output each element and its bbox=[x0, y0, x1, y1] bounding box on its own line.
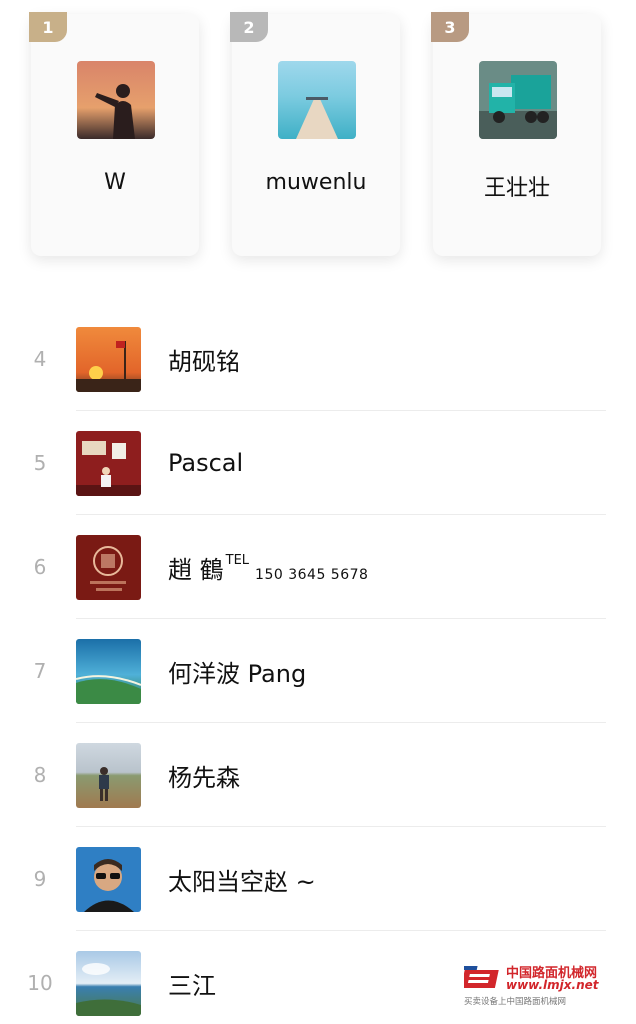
avatar[interactable] bbox=[76, 535, 141, 600]
podium-card-1[interactable]: 1 W bbox=[29, 12, 199, 256]
list-item[interactable]: 6 趙 鶴 TEL 150 3645 5678 bbox=[0, 515, 636, 619]
lmjx-logo-icon bbox=[464, 966, 499, 988]
avatar[interactable] bbox=[278, 61, 356, 139]
avatar[interactable] bbox=[76, 431, 141, 496]
red-wall-person-photo bbox=[76, 431, 141, 496]
rank-number: 5 bbox=[33, 451, 47, 475]
avatar[interactable] bbox=[77, 61, 155, 139]
member-name: 何洋波 Pang bbox=[168, 659, 307, 688]
rank-number: 6 bbox=[33, 555, 47, 579]
rank-number: 7 bbox=[33, 659, 47, 683]
podium-name: muwenlu bbox=[265, 170, 367, 195]
watermark-subtitle: 买卖设备上中国路面机械网 bbox=[464, 997, 567, 1007]
sea-pier-photo bbox=[278, 61, 356, 139]
avatar[interactable] bbox=[76, 327, 141, 392]
list-item[interactable]: 7 何洋波 Pang bbox=[0, 619, 636, 723]
list-item[interactable]: 8 杨先森 bbox=[0, 723, 636, 827]
podium-card-2[interactable]: 2 muwenlu bbox=[230, 12, 400, 256]
avatar[interactable] bbox=[479, 61, 557, 139]
rank-number: 9 bbox=[33, 867, 47, 891]
top-three-podium: 1 W 2 muwenlu 3 王壮壮 bbox=[0, 0, 636, 290]
sunglasses-man-photo bbox=[76, 847, 141, 912]
watermark-url: www.lmjx.net bbox=[506, 978, 599, 992]
watermark: 中国路面机械网 www.lmjx.net 买卖设备上中国路面机械网 bbox=[464, 962, 624, 1010]
tel-label: TEL bbox=[225, 553, 250, 568]
tel-number: 150 3645 5678 bbox=[255, 567, 369, 583]
podium-name: 王壮壮 bbox=[483, 176, 550, 201]
list-item[interactable]: 9 太阳当空赵 ~ bbox=[0, 827, 636, 931]
member-name: 三江 bbox=[168, 971, 216, 1000]
zhao-seal-logo bbox=[76, 535, 141, 600]
list-item[interactable]: 4 胡砚铭 bbox=[0, 307, 636, 411]
sky-sea-photo bbox=[76, 951, 141, 1016]
member-name: 杨先森 bbox=[168, 763, 240, 792]
sunset-flag-photo bbox=[76, 327, 141, 392]
avatar[interactable] bbox=[76, 951, 141, 1016]
member-name: 趙 鶴 TEL 150 3645 5678 bbox=[168, 515, 368, 619]
rank-number: 10 bbox=[27, 971, 53, 995]
list-item[interactable]: 5 Pascal bbox=[0, 411, 636, 515]
podium-card-3[interactable]: 3 王壮壮 bbox=[431, 12, 601, 256]
green-truck-photo bbox=[479, 61, 557, 139]
member-name: 太阳当空赵 ~ bbox=[168, 867, 316, 896]
rank-number: 4 bbox=[33, 347, 47, 371]
avatar[interactable] bbox=[76, 639, 141, 704]
member-name-text: 趙 鶴 bbox=[168, 555, 224, 584]
rank-badge-1: 1 bbox=[29, 12, 67, 42]
podium-name: W bbox=[104, 170, 126, 195]
rank-badge-2: 2 bbox=[230, 12, 268, 42]
member-name: Pascal bbox=[168, 449, 244, 477]
coast-aerial-photo bbox=[76, 639, 141, 704]
rank-number: 8 bbox=[33, 763, 47, 787]
rank-badge-3: 3 bbox=[431, 12, 469, 42]
field-walker-photo bbox=[76, 743, 141, 808]
avatar[interactable] bbox=[76, 743, 141, 808]
member-name: 胡砚铭 bbox=[168, 347, 240, 376]
silhouette-sunset-photo bbox=[77, 61, 155, 139]
avatar[interactable] bbox=[76, 847, 141, 912]
